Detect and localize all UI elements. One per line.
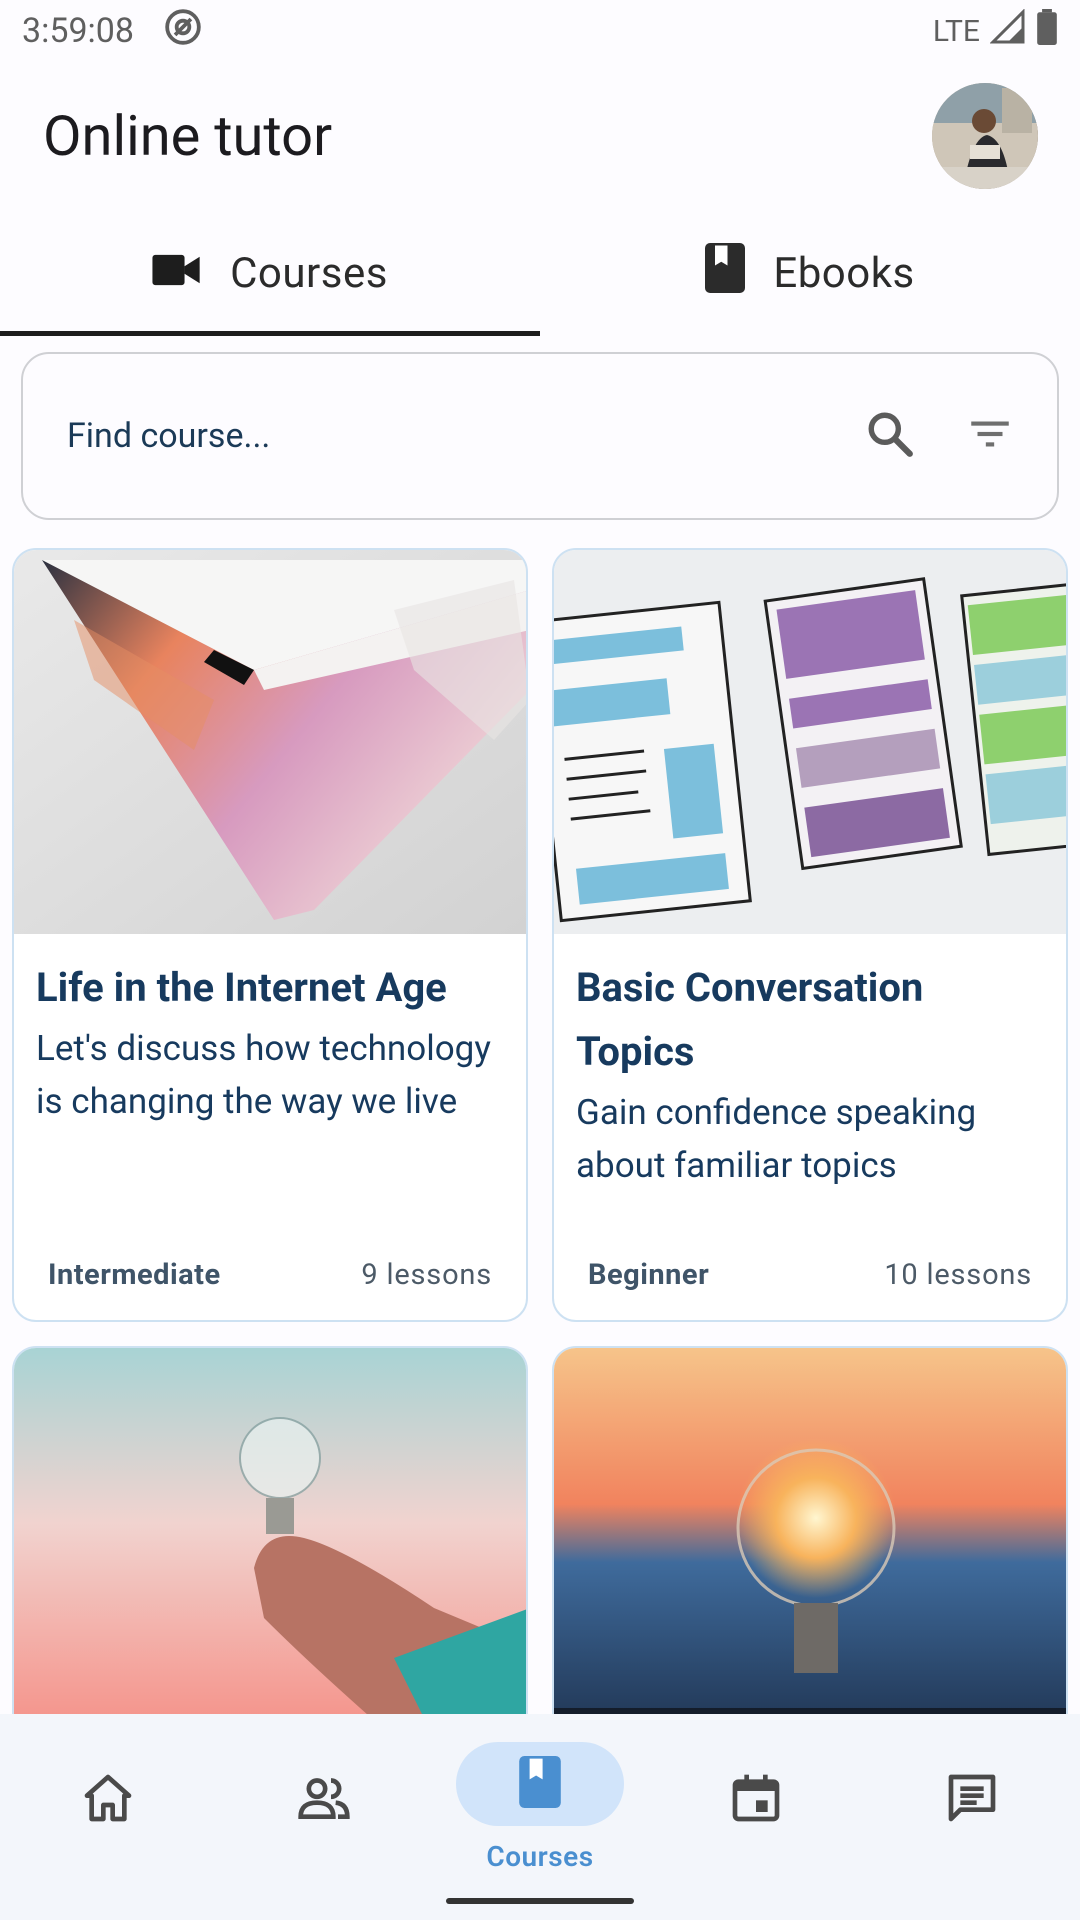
app-bar: Online tutor [0,62,1080,210]
course-lessons: 9 lessons [361,1258,492,1292]
nav-item-calendar[interactable] [648,1714,864,1920]
tab-ebooks[interactable]: Ebooks [540,210,1080,336]
laptop-image [14,550,526,934]
hand-holding-lightbulb-image [14,1348,526,1736]
signal-icon [989,8,1026,53]
calendar-icon [728,1770,784,1830]
course-card[interactable]: Life in the Internet Age Let's discuss h… [12,548,528,1322]
course-level: Beginner [588,1258,710,1292]
bottom-navigation: Courses [0,1714,1080,1920]
course-title: Life in the Internet Age [36,964,447,1011]
tab-courses-label: Courses [230,248,388,298]
nav-item-home[interactable] [0,1714,216,1920]
search-input[interactable] [67,416,865,456]
battery-icon [1036,9,1058,53]
course-card[interactable] [12,1346,528,1736]
home-icon [80,1770,136,1830]
course-level: Intermediate [48,1258,221,1292]
tab-bar: Courses Ebooks [0,210,1080,336]
course-card[interactable] [552,1346,1068,1736]
network-type: LTE [932,13,980,49]
course-lessons: 10 lessons [884,1258,1032,1292]
book-icon [705,242,746,304]
avatar[interactable] [932,83,1038,189]
at-sign-icon [164,8,202,55]
tab-ebooks-label: Ebooks [773,248,915,298]
tab-courses[interactable]: Courses [0,210,540,336]
people-icon [296,1770,352,1830]
status-bar: 3:59:08 LTE [0,0,1080,62]
filter-icon[interactable] [965,409,1015,463]
app-title: Online tutor [43,103,333,169]
video-camera-icon [152,249,202,298]
course-title: Basic Conversation Topics [576,964,924,1075]
message-icon [944,1770,1000,1830]
nav-label-courses: Courses [486,1840,594,1873]
nav-active-indicator [456,1742,624,1826]
nav-item-messages[interactable] [864,1714,1080,1920]
home-indicator[interactable] [446,1898,634,1904]
nav-item-courses[interactable]: Courses [432,1714,648,1920]
course-grid: Life in the Internet Age Let's discuss h… [12,548,1068,1736]
nav-item-people[interactable] [216,1714,432,1920]
search-icon[interactable] [865,409,915,463]
course-description: Gain confidence speaking about familiar … [576,1092,977,1186]
course-description: Let's discuss how technology is changing… [36,1028,491,1122]
book-icon [518,1756,562,1812]
course-card[interactable]: Basic Conversation Topics Gain confidenc… [552,548,1068,1322]
wireframe-sketch-image [554,550,1066,934]
search-box [21,352,1059,520]
lightbulb-sunset-image [554,1348,1066,1736]
status-time: 3:59:08 [22,11,135,51]
